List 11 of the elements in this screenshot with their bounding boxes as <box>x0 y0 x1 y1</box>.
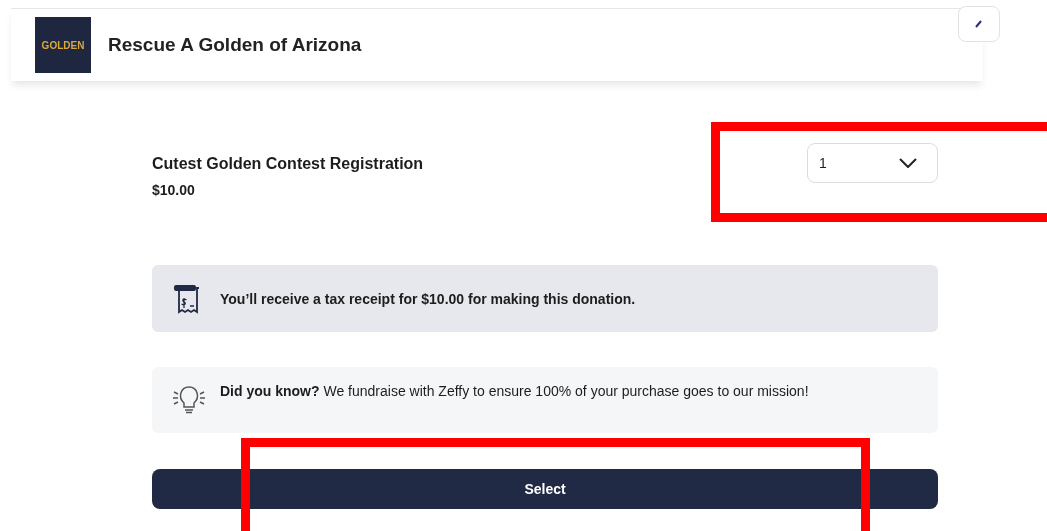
collapse-button[interactable] <box>958 6 1000 42</box>
item-price: $10.00 <box>152 182 196 198</box>
quantity-select[interactable]: 1 <box>807 143 938 183</box>
chevron-down-icon <box>899 158 917 168</box>
notice-text: You’ll receive a tax receipt for $10.00 for making this donation. <box>220 289 636 308</box>
organization-name: Rescue A Golden of Arizona <box>108 34 362 56</box>
select-button[interactable]: Select <box>152 469 938 509</box>
logo-text: GOLDEN <box>41 39 85 51</box>
chevron-up-icon <box>975 20 983 28</box>
item-name: Cutest Golden Contest Registration <box>152 155 424 173</box>
notice-text: Did you know? We fundraise with Zeffy to ensure 100% of your purchase goes to our mission! <box>220 382 809 400</box>
